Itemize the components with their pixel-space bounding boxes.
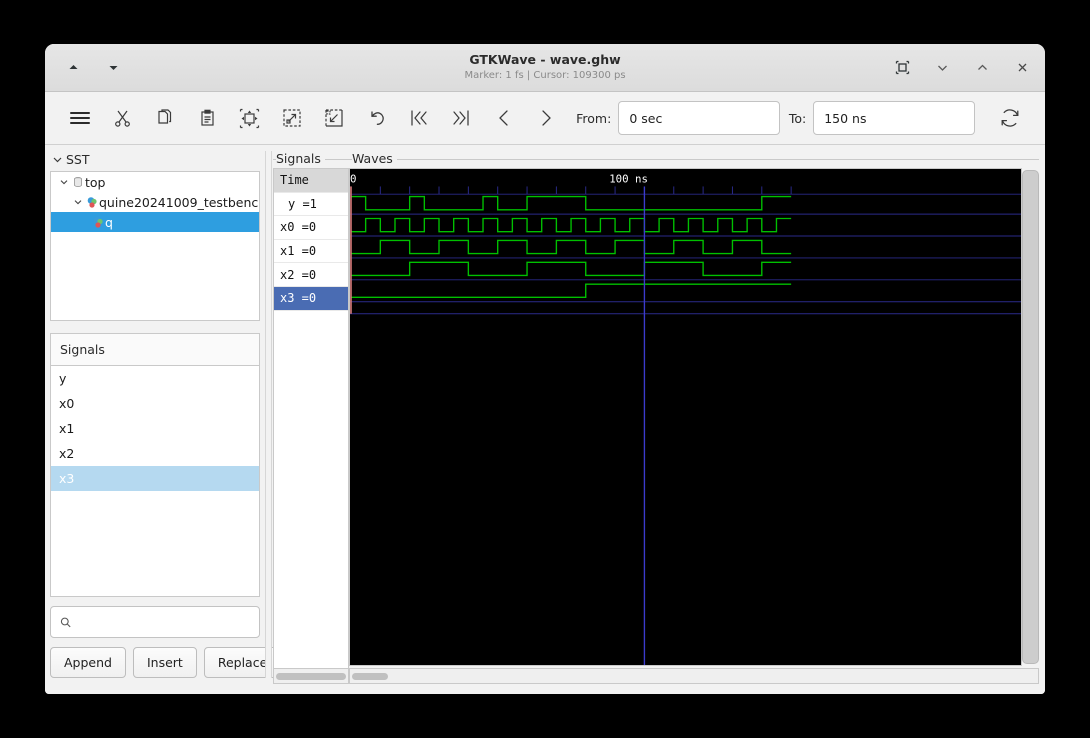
sst-header-label: SST (66, 152, 90, 167)
tree-node-top[interactable]: top (51, 172, 259, 192)
tree-node-label: quine20241009_testbench (99, 194, 260, 210)
restore-icon[interactable] (893, 59, 911, 77)
triangle-down-icon[interactable] (104, 59, 122, 77)
tree-node-label: top (85, 174, 106, 190)
chevron-down-icon[interactable] (71, 197, 85, 207)
module-icon (71, 176, 85, 188)
undo-icon[interactable] (355, 101, 397, 135)
toolbar: From: 0 sec To: 150 ns (45, 92, 1045, 145)
gtkwave-window: GTKWave - wave.ghw Marker: 1 fs | Cursor… (45, 44, 1045, 694)
names-row-x3[interactable]: x3 =0 (274, 286, 348, 311)
names-row-time: Time (274, 169, 348, 193)
waves-canvas-wrap: 0 100 ns (349, 168, 1039, 666)
insert-button[interactable]: Insert (132, 647, 197, 678)
waves-vertical-scrollbar[interactable] (1022, 168, 1039, 666)
reload-icon[interactable] (989, 101, 1031, 135)
signal-name: y (59, 371, 67, 386)
to-label: To: (788, 110, 807, 126)
zoom-out-icon[interactable] (313, 101, 355, 135)
names-row-label: x3 =0 (280, 291, 317, 306)
signal-name: x0 (59, 396, 75, 411)
copy-icon[interactable] (144, 101, 186, 135)
signal-name: x3 (59, 471, 75, 486)
zoom-in-icon[interactable] (271, 101, 313, 135)
list-item[interactable]: y (51, 366, 259, 391)
search-input[interactable] (77, 614, 250, 630)
svg-text:100 ns: 100 ns (609, 173, 648, 186)
signals-list[interactable]: y x0 x1 x2 x3 (50, 365, 260, 597)
maximize-icon[interactable] (973, 59, 991, 77)
append-button[interactable]: Append (50, 647, 126, 678)
signal-name: x2 (59, 446, 75, 461)
chevron-down-icon (53, 157, 62, 163)
scrollbar-thumb[interactable] (1022, 170, 1039, 664)
names-row-label: x0 =0 (280, 220, 317, 235)
list-item[interactable]: x2 (51, 441, 259, 466)
title-bar: GTKWave - wave.ghw Marker: 1 fs | Cursor… (45, 44, 1045, 92)
signal-names-pane: Signals Time y =1 x0 =0 x1 =0 x2 =0 x3 =… (273, 145, 349, 684)
svg-text:0: 0 (350, 173, 356, 186)
waves-title: Waves (349, 151, 1039, 168)
close-icon[interactable] (1013, 59, 1031, 77)
instance-icon (85, 196, 99, 209)
waveform-canvas[interactable]: 0 100 ns (349, 168, 1022, 666)
signal-names-list[interactable]: Time y =1 x0 =0 x1 =0 x2 =0 x3 =0 (273, 168, 349, 668)
pane-splitter[interactable] (265, 151, 272, 678)
names-row-label: x2 =0 (280, 267, 317, 282)
signal-names-title: Signals (273, 151, 349, 168)
names-row-label: Time (280, 173, 309, 188)
tree-node-q[interactable]: q (51, 212, 259, 232)
previous-edge-icon[interactable] (482, 101, 524, 135)
signal-action-buttons: Append Insert Replace (50, 647, 282, 678)
list-item[interactable]: x3 (51, 466, 259, 491)
tree-node-testbench[interactable]: quine20241009_testbench (51, 192, 259, 212)
status-bar (45, 684, 1045, 694)
go-to-start-icon[interactable] (398, 101, 440, 135)
signal-name: x1 (59, 421, 75, 436)
signal-names-title-label: Signals (276, 151, 325, 166)
triangle-up-icon[interactable] (64, 59, 82, 77)
list-item[interactable]: x0 (51, 391, 259, 416)
waves-pane: Waves 0 100 ns (349, 145, 1045, 684)
sst-header[interactable]: SST (50, 151, 260, 171)
names-row-x2[interactable]: x2 =0 (274, 263, 348, 287)
signals-list-header: Signals (50, 333, 260, 365)
paste-icon[interactable] (186, 101, 228, 135)
search-icon (60, 617, 71, 627)
names-row-label: x1 =0 (280, 244, 317, 259)
signal-search-box[interactable] (50, 606, 260, 638)
main-body: SST top quine20241009_testbench q Signal… (45, 145, 1045, 684)
instance-icon (91, 216, 105, 229)
cut-icon[interactable] (101, 101, 143, 135)
to-input[interactable]: 150 ns (813, 101, 975, 135)
names-row-y[interactable]: y =1 (274, 193, 348, 217)
titlebar-window-controls (893, 44, 1031, 91)
titlebar-left-controls (45, 59, 122, 77)
names-row-x0[interactable]: x0 =0 (274, 216, 348, 240)
sst-tree[interactable]: top quine20241009_testbench q (50, 171, 260, 321)
waves-horizontal-scrollbar[interactable] (349, 668, 1039, 684)
zoom-fit-icon[interactable] (228, 101, 270, 135)
signals-list-header-label: Signals (60, 342, 105, 357)
names-row-x1[interactable]: x1 =0 (274, 240, 348, 264)
left-panel: SST top quine20241009_testbench q Signal… (45, 145, 282, 684)
menu-icon[interactable] (59, 101, 101, 135)
names-horizontal-scrollbar[interactable] (273, 668, 349, 684)
waves-title-label: Waves (352, 151, 397, 166)
minimize-icon[interactable] (933, 59, 951, 77)
waveform-svg: 0 100 ns (350, 173, 1021, 665)
chevron-down-icon[interactable] (57, 177, 71, 187)
tree-node-label: q (105, 214, 113, 230)
from-label: From: (576, 110, 612, 126)
list-item[interactable]: x1 (51, 416, 259, 441)
go-to-end-icon[interactable] (440, 101, 482, 135)
from-input[interactable]: 0 sec (618, 101, 780, 135)
scrollbar-thumb[interactable] (352, 672, 388, 680)
names-row-label: y =1 (288, 196, 317, 211)
next-edge-icon[interactable] (525, 101, 567, 135)
scrollbar-thumb[interactable] (276, 672, 346, 680)
